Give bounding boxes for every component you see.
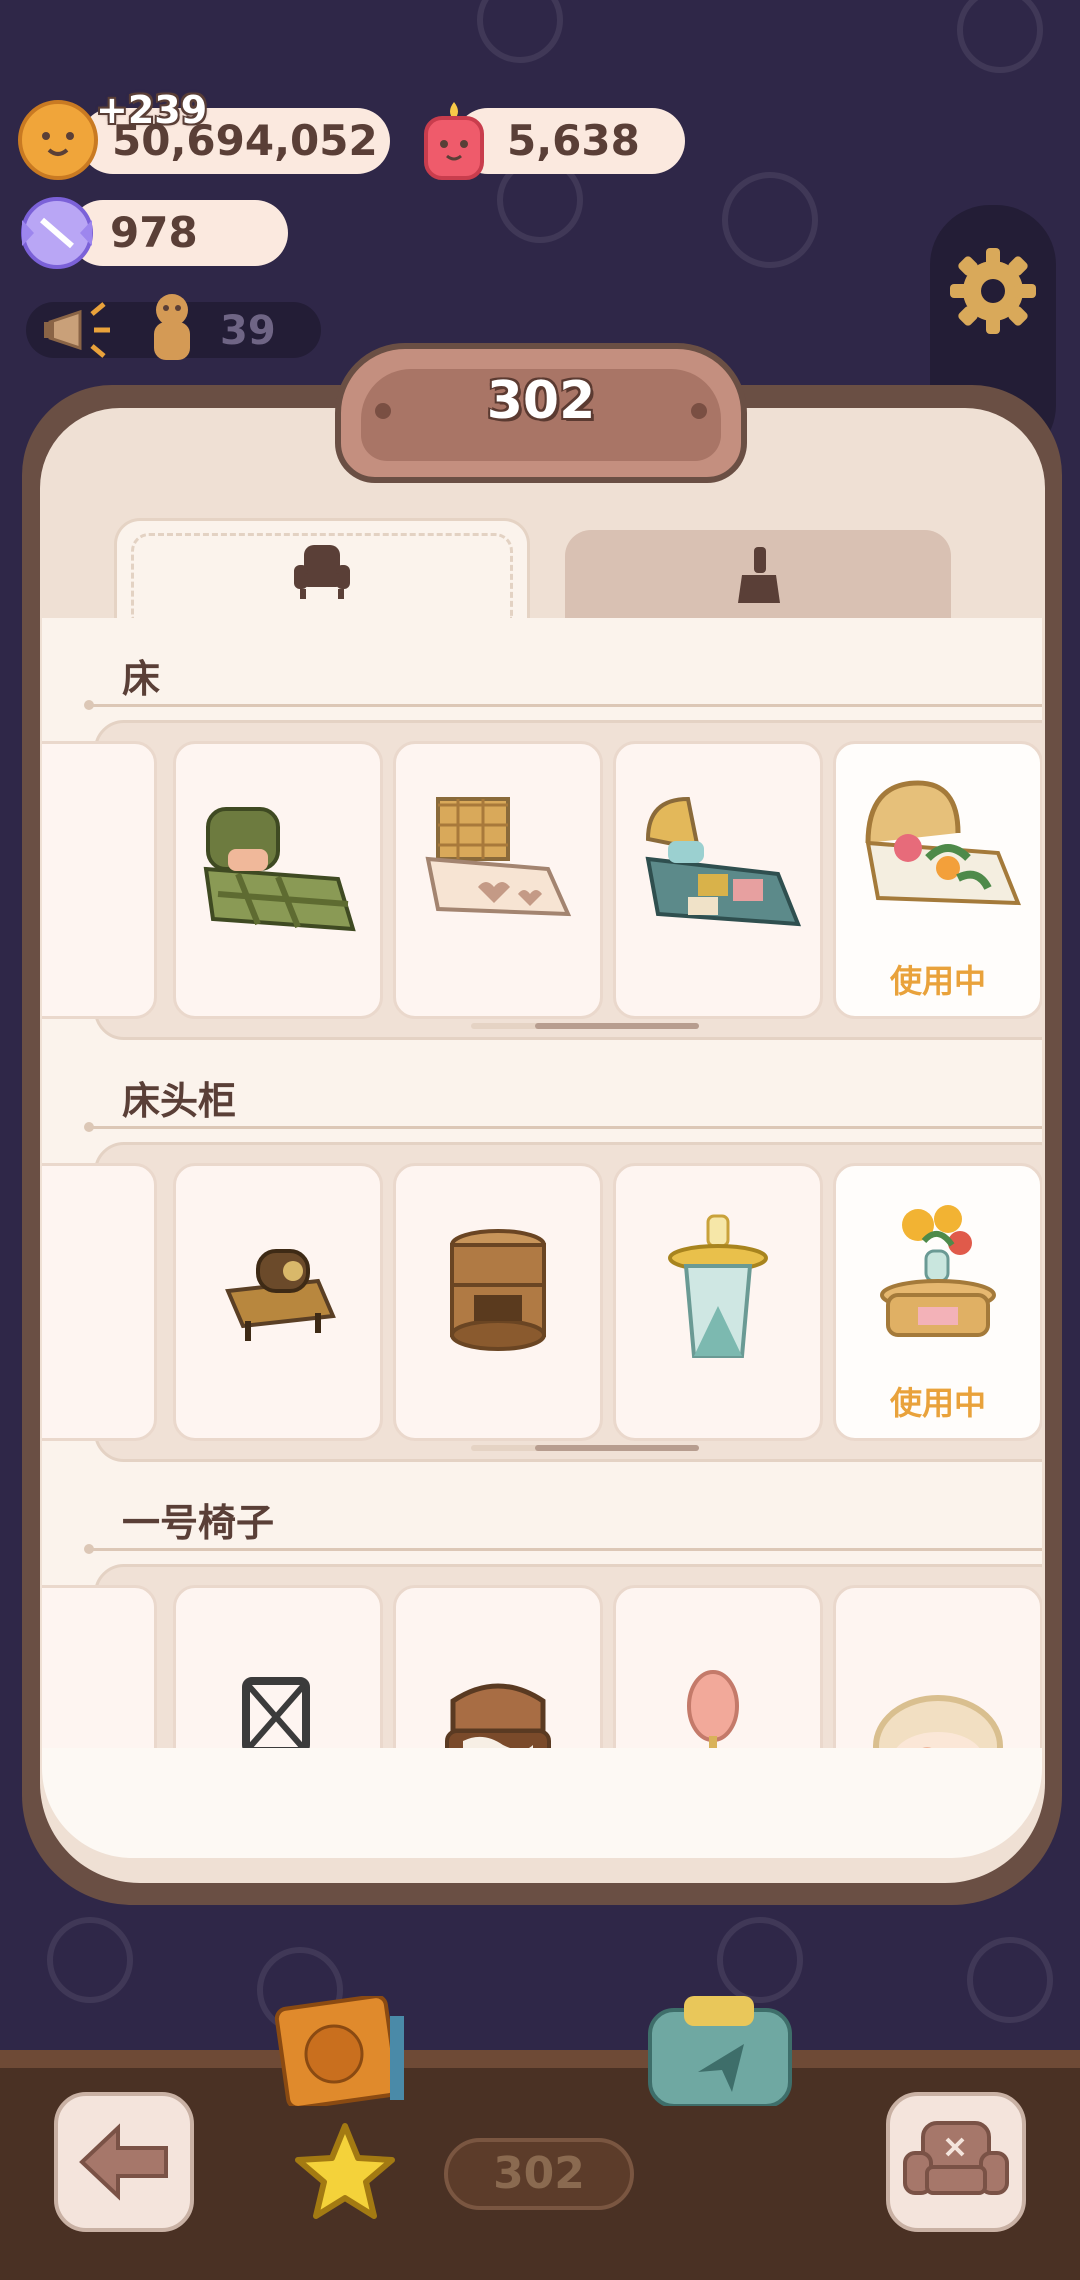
bottom-bar-edge	[0, 2050, 1080, 2068]
gear-icon[interactable]	[946, 244, 1040, 338]
divider	[84, 700, 1042, 710]
chair-card-pink-stool[interactable]	[613, 1585, 823, 1748]
section-title-bed: 床	[122, 657, 161, 701]
tab-decoration[interactable]	[565, 530, 951, 620]
cookie-character-icon	[154, 294, 190, 360]
paint-brush-icon	[738, 547, 780, 603]
pink-stool-chair-icon	[687, 1670, 739, 1748]
candy-value: 978	[110, 208, 198, 257]
divider	[84, 1122, 1042, 1132]
in-use-label: 使用中	[889, 1384, 986, 1422]
bed-card-rattan-floral[interactable]: 使用中	[833, 741, 1042, 1019]
bed-card-green-plaid[interactable]	[173, 741, 383, 1019]
bed-card-heart-cow[interactable]	[393, 741, 603, 1019]
bed-card-partial[interactable]	[42, 741, 157, 1019]
chair-card-black-cross[interactable]	[173, 1585, 383, 1748]
room-title-plaque: 302	[335, 343, 747, 483]
nightstand-card-partial[interactable]	[42, 1163, 157, 1441]
flower-table-nightstand-icon	[880, 1205, 996, 1338]
coin-gain-text: +239	[96, 88, 208, 132]
rattan-floral-bed-icon	[865, 780, 1021, 906]
candy-pill[interactable]: 978	[70, 200, 288, 266]
chair-card-rattan-bowl[interactable]	[833, 1585, 1042, 1748]
cowhide-chair-icon	[445, 1683, 551, 1748]
album-book-icon[interactable]	[272, 1996, 422, 2106]
lamp-table-nightstand-icon	[668, 1214, 768, 1359]
chair-row[interactable]	[42, 1564, 1042, 1748]
section-title-nightstand: 床头柜	[122, 1079, 237, 1123]
nightstand-card-radio[interactable]	[173, 1163, 383, 1441]
cookie-coin-icon	[18, 100, 98, 180]
divider	[84, 1544, 1042, 1554]
radio-nightstand-icon	[225, 1249, 336, 1342]
candles-value: 5,638	[507, 116, 640, 165]
candy-gem-icon	[21, 197, 93, 269]
bed-scrollbar[interactable]	[471, 1023, 699, 1029]
candle-icon	[424, 102, 484, 180]
room-title: 302	[486, 371, 596, 431]
furniture-list[interactable]: 床 使用中 床头柜 使用中 一号椅子	[42, 618, 1042, 1748]
nightstand-scrollbar[interactable]	[471, 1445, 699, 1451]
back-button[interactable]	[54, 2092, 194, 2232]
nightstand-card-wood-barrel[interactable]	[393, 1163, 603, 1441]
chair-card-partial[interactable]	[42, 1585, 157, 1748]
nightstand-card-flower-table[interactable]: 使用中	[833, 1163, 1042, 1441]
bed-card-patchwork[interactable]	[613, 741, 823, 1019]
cookie-count: 39	[220, 308, 276, 354]
rattan-bowl-chair-icon	[873, 1695, 1003, 1748]
announcement-bar[interactable]: 39	[26, 294, 321, 360]
tab-furniture[interactable]	[114, 518, 530, 620]
black-cross-chair-icon	[242, 1677, 310, 1748]
nightstand-card-lamp-table[interactable]	[613, 1163, 823, 1441]
megaphone-icon	[44, 302, 110, 358]
panel-bottom	[42, 1748, 1042, 1858]
armchair-icon	[294, 544, 350, 599]
room-count-pill: 302	[444, 2138, 634, 2210]
bed-row[interactable]: 使用中	[42, 720, 1042, 1040]
patchwork-bed-icon	[645, 797, 802, 927]
section-title-chair-one: 一号椅子	[122, 1501, 275, 1545]
nightstand-row[interactable]: 使用中	[42, 1142, 1042, 1462]
camera-icon[interactable]	[640, 1996, 800, 2106]
sofa-icon	[903, 2121, 1009, 2195]
heart-cow-bed-icon	[425, 797, 572, 917]
furniture-button[interactable]	[886, 2092, 1026, 2232]
back-arrow-icon	[79, 2123, 168, 2201]
star-icon[interactable]	[292, 2120, 398, 2220]
green-plaid-bed-icon	[203, 807, 356, 932]
in-use-label: 使用中	[889, 962, 986, 1000]
wood-barrel-nightstand-icon	[450, 1229, 546, 1352]
chair-card-cowhide[interactable]	[393, 1585, 603, 1748]
